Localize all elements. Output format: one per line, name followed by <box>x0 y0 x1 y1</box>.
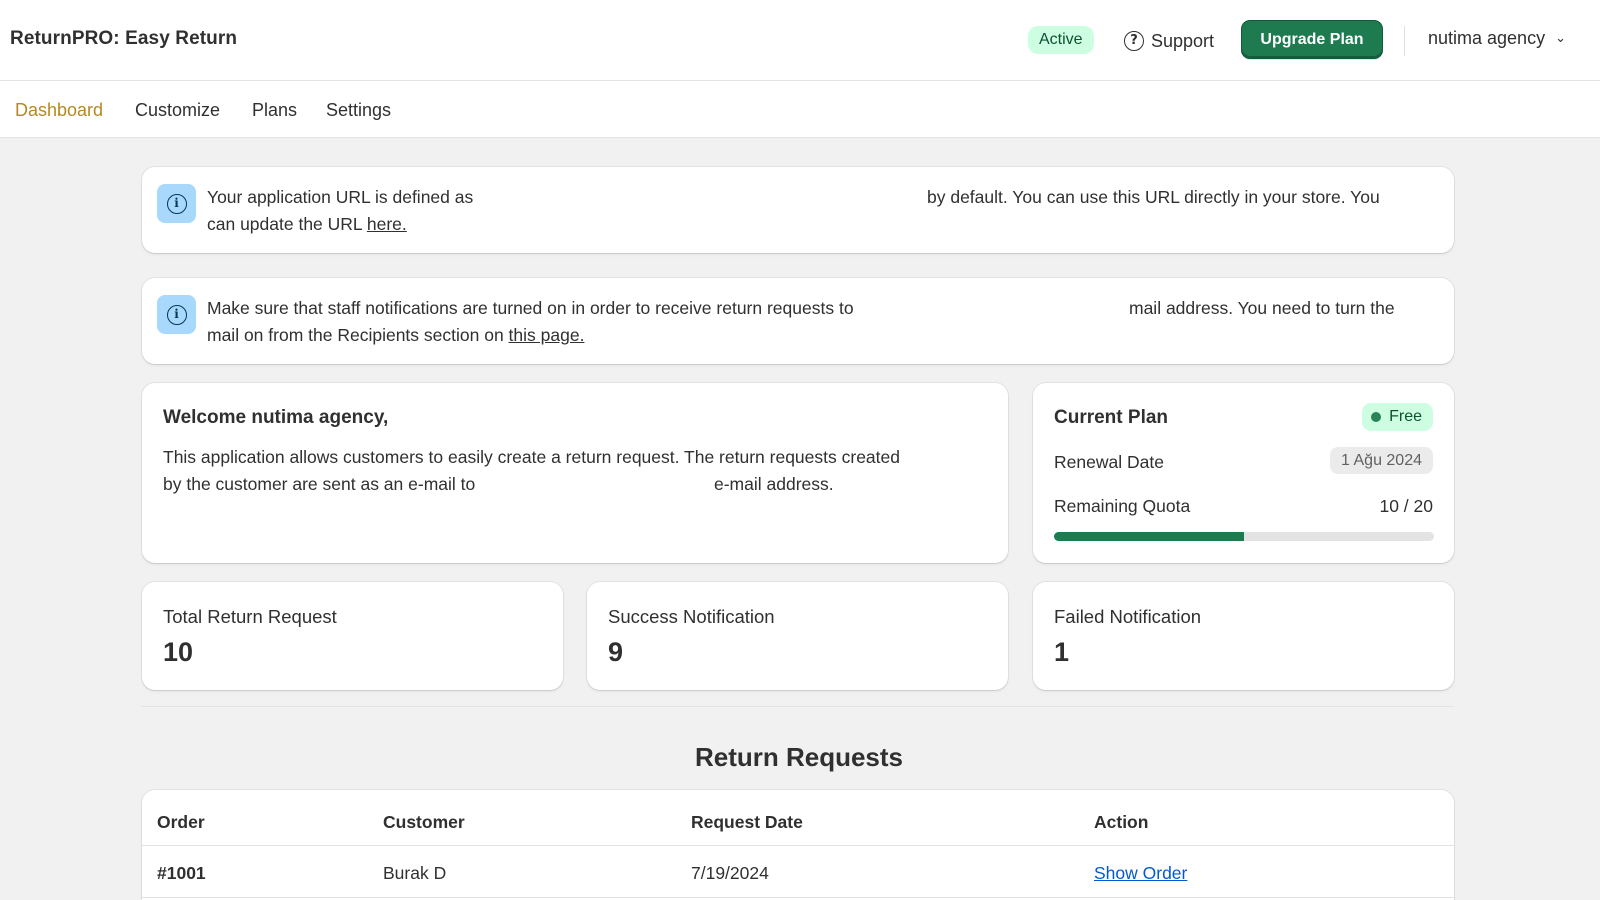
support-button[interactable]: ? Support <box>1124 28 1214 54</box>
stat-value: 9 <box>608 637 624 667</box>
tab-customize[interactable]: Customize <box>135 100 220 121</box>
info-icon-wrapper: i <box>157 295 196 334</box>
recipients-page-link[interactable]: this page. <box>509 325 585 345</box>
show-order-link[interactable]: Show Order <box>1094 863 1187 884</box>
welcome-text: e-mail address. <box>714 474 834 494</box>
stat-value: 1 <box>1054 637 1070 667</box>
account-menu[interactable]: nutima agency ⌄ <box>1428 28 1566 49</box>
top-bar: ReturnPRO: Easy Return Active ? Support … <box>0 0 1600 81</box>
stat-label: Total Return Request <box>163 606 337 627</box>
banner-text-line2: can update the URL here. <box>207 214 407 235</box>
help-circle-icon: ? <box>1124 31 1144 51</box>
welcome-text: by the customer are sent as an e-mail to <box>163 474 476 494</box>
divider <box>141 706 1454 707</box>
customer-name: Burak D <box>383 863 447 883</box>
welcome-card: Welcome nutima agency, This application … <box>142 383 1008 563</box>
quota-progress-bar <box>1054 532 1434 541</box>
plan-title: Current Plan <box>1054 407 1169 428</box>
stat-label: Failed Notification <box>1054 606 1202 627</box>
upgrade-plan-button[interactable]: Upgrade Plan <box>1241 20 1383 59</box>
stat-card-total-returns: Total Return Request 10 <box>142 582 563 690</box>
main-nav: Dashboard Customize Plans Settings <box>0 81 1600 138</box>
plan-badge: Free <box>1362 403 1433 431</box>
renewal-date-value: 1 Ağu 2024 <box>1330 447 1433 474</box>
banner-text: Your application URL is defined as <box>207 187 474 207</box>
section-title: Return Requests <box>694 742 904 772</box>
remaining-quota-value: 10 / 20 <box>1379 496 1433 516</box>
column-header-order: Order <box>157 812 205 832</box>
order-number: #1001 <box>157 863 206 883</box>
banner-text: mail on from the Recipients section on <box>207 325 509 345</box>
account-name: nutima agency <box>1428 28 1546 48</box>
column-header-action: Action <box>1094 812 1149 832</box>
current-plan-card: Current Plan Free Renewal Date 1 Ağu 202… <box>1033 383 1454 563</box>
banner-text: can update the URL <box>207 214 367 234</box>
url-info-banner: i Your application URL is defined as by … <box>142 167 1454 253</box>
request-date: 7/19/2024 <box>691 863 769 883</box>
app-title: ReturnPRO: Easy Return <box>10 28 238 49</box>
quota-progress-fill <box>1054 532 1244 541</box>
stat-label: Success Notification <box>608 606 775 627</box>
return-requests-table: Order Customer Request Date Action #1001… <box>142 790 1454 900</box>
banner-text: mail address. You need to turn the <box>1129 298 1395 318</box>
info-icon-wrapper: i <box>157 184 196 223</box>
remaining-quota-label: Remaining Quota <box>1054 496 1191 516</box>
update-url-link[interactable]: here. <box>367 214 407 234</box>
support-label: Support <box>1151 30 1215 51</box>
info-icon: i <box>166 193 187 214</box>
stat-value: 10 <box>163 637 194 667</box>
tab-settings[interactable]: Settings <box>326 100 391 121</box>
chevron-down-icon: ⌄ <box>1555 31 1566 46</box>
status-dot-icon <box>1371 412 1382 422</box>
info-icon: i <box>166 304 187 325</box>
banner-text: by default. You can use this URL directl… <box>927 187 1380 207</box>
tab-plans[interactable]: Plans <box>252 100 297 121</box>
banner-text-line2: mail on from the Recipients section on t… <box>207 325 584 346</box>
column-header-request-date: Request Date <box>691 812 803 832</box>
divider <box>142 897 1454 898</box>
notification-info-banner: i Make sure that staff notifications are… <box>142 278 1454 364</box>
renewal-date-label: Renewal Date <box>1054 452 1164 472</box>
tab-dashboard[interactable]: Dashboard <box>15 100 103 121</box>
stat-card-success-notifications: Success Notification 9 <box>587 582 1008 690</box>
divider <box>1404 26 1405 56</box>
column-header-customer: Customer <box>383 812 465 832</box>
plan-badge-label: Free <box>1389 408 1422 425</box>
banner-text: Make sure that staff notifications are t… <box>207 298 854 318</box>
welcome-text: This application allows customers to eas… <box>163 447 900 467</box>
stat-card-failed-notifications: Failed Notification 1 <box>1033 582 1454 690</box>
welcome-title: Welcome nutima agency, <box>163 407 389 428</box>
divider <box>142 845 1454 846</box>
status-badge: Active <box>1028 26 1094 54</box>
